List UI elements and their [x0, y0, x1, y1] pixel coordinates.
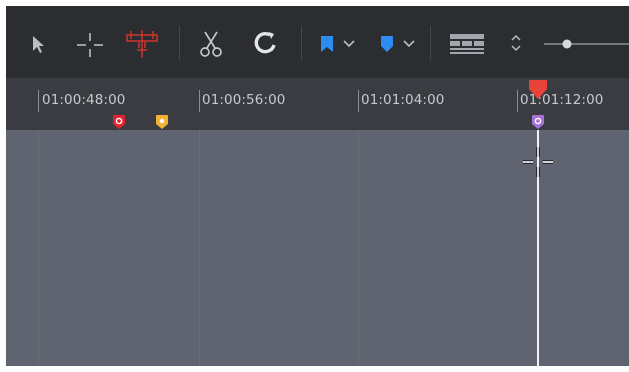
snapping-magnet-icon[interactable] [251, 29, 281, 59]
timeline-view-options-icon[interactable] [448, 32, 486, 56]
timeline-track-area[interactable] [6, 130, 629, 366]
timecode-ruler[interactable]: 01:00:48:00 01:00:56:00 01:01:04:00 01:0… [6, 78, 629, 202]
toolbar-separator [301, 26, 302, 60]
flag-dropdown-chevron-icon[interactable] [342, 38, 356, 50]
marker-dropdown-chevron-icon[interactable] [402, 38, 416, 50]
ruler-tick [358, 90, 359, 112]
grid-line [38, 130, 39, 366]
zoom-toggle-icon[interactable] [508, 31, 524, 55]
trim-edit-icon[interactable] [76, 32, 104, 58]
ruler-timecode: 01:00:56:00 [202, 92, 286, 108]
blade-scissors-icon[interactable] [196, 29, 226, 59]
dynamic-trim-icon[interactable] [125, 28, 159, 60]
timeline-panel: 01:00:48:00 01:00:56:00 01:01:04:00 01:0… [6, 6, 629, 366]
toolbar-separator [179, 26, 180, 60]
trim-cursor-icon [521, 145, 555, 184]
selection-arrow-icon[interactable] [26, 32, 50, 56]
playhead-handle-icon[interactable] [527, 80, 549, 105]
grid-line [358, 130, 359, 366]
toolbar-separator [430, 26, 431, 60]
ruler-timecode: 01:01:04:00 [361, 92, 445, 108]
timeline-toolbar [6, 6, 629, 78]
zoom-slider-icon[interactable] [542, 36, 629, 52]
ruler-timecode: 01:00:48:00 [42, 92, 126, 108]
ruler-tick [199, 90, 200, 112]
flag-icon[interactable] [318, 34, 336, 54]
grid-line [199, 130, 200, 366]
ruler-tick [38, 90, 39, 112]
marker-icon[interactable] [378, 34, 396, 54]
ruler-tick [517, 90, 518, 112]
